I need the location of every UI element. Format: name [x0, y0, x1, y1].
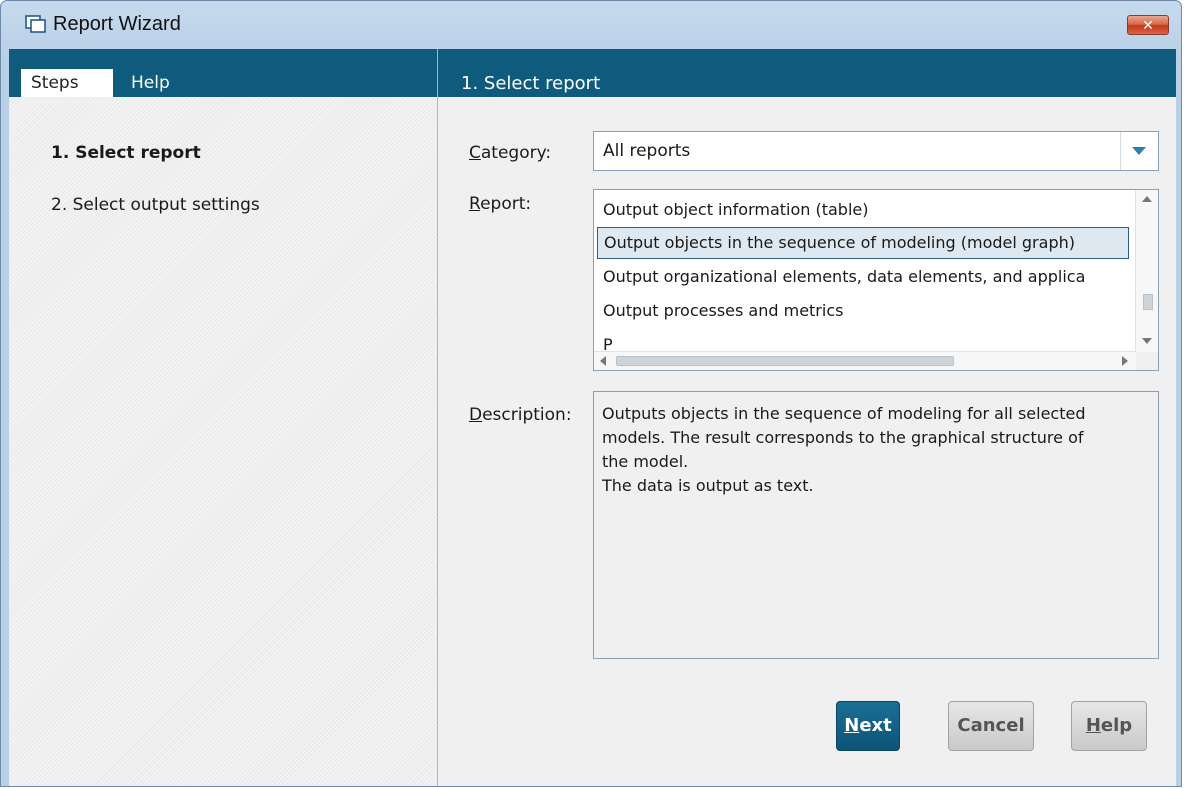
report-label-mnemonic: R	[469, 194, 481, 214]
window-title: Report Wizard	[53, 13, 181, 35]
content-panel: 1. Select report Category: All reports R…	[438, 49, 1176, 786]
title-bar[interactable]: Report Wizard ✕	[1, 1, 1181, 49]
close-button[interactable]: ✕	[1127, 15, 1169, 35]
report-label-text: eport:	[480, 194, 532, 214]
scroll-up-arrow-icon[interactable]	[1142, 196, 1152, 202]
tab-steps[interactable]: Steps	[21, 69, 113, 97]
category-label-text: ategory:	[480, 143, 552, 163]
category-label: Category:	[469, 143, 551, 163]
category-value: All reports	[603, 141, 691, 161]
steps-panel: Steps Help 1. Select report 2. Select ou…	[9, 49, 437, 786]
vertical-scroll-thumb[interactable]	[1143, 294, 1153, 310]
description-box: Outputs objects in the sequence of model…	[593, 391, 1159, 659]
description-label: Description:	[469, 405, 572, 425]
panel-tabs: Steps Help	[9, 49, 437, 97]
next-button[interactable]: Next	[836, 701, 900, 751]
close-icon: ✕	[1142, 18, 1154, 34]
list-item[interactable]: P	[597, 329, 1129, 352]
list-item[interactable]: Output organizational elements, data ele…	[597, 261, 1129, 293]
description-label-mnemonic: D	[469, 405, 483, 425]
horizontal-scroll-thumb[interactable]	[616, 356, 954, 366]
category-dropdown[interactable]: All reports	[593, 131, 1159, 171]
step-header: 1. Select report	[438, 49, 1176, 97]
report-list[interactable]: Output object information (table) Output…	[593, 189, 1159, 371]
chevron-down-icon[interactable]	[1120, 132, 1158, 170]
help-label: elp	[1100, 715, 1133, 736]
next-label: ext	[859, 715, 892, 736]
category-label-mnemonic: C	[469, 143, 481, 163]
list-item[interactable]: Output object information (table)	[597, 194, 1129, 226]
step-select-report[interactable]: 1. Select report	[51, 143, 201, 163]
list-item[interactable]: Output processes and metrics	[597, 295, 1129, 327]
step-select-output-settings[interactable]: 2. Select output settings	[51, 195, 260, 215]
next-mnemonic: N	[844, 715, 860, 736]
window-icon	[25, 15, 46, 33]
help-mnemonic: H	[1085, 715, 1101, 736]
tab-help[interactable]: Help	[131, 69, 170, 97]
list-item-selected[interactable]: Output objects in the sequence of modeli…	[597, 227, 1129, 259]
dialog-body: Steps Help 1. Select report 2. Select ou…	[9, 49, 1176, 786]
report-label: Report:	[469, 194, 531, 214]
scroll-down-arrow-icon[interactable]	[1142, 338, 1152, 344]
description-label-text: escription:	[482, 405, 572, 425]
scroll-corner	[1136, 352, 1158, 370]
scroll-right-arrow-icon[interactable]	[1122, 356, 1128, 366]
cancel-button[interactable]: Cancel	[948, 701, 1034, 751]
page-title: 1. Select report	[461, 73, 601, 94]
help-button[interactable]: Help	[1071, 701, 1147, 751]
horizontal-scrollbar[interactable]	[594, 351, 1136, 370]
scroll-left-arrow-icon[interactable]	[600, 356, 606, 366]
report-list-items: Output object information (table) Output…	[594, 190, 1132, 352]
vertical-scrollbar[interactable]	[1135, 190, 1158, 352]
report-wizard-window: Report Wizard ✕ Steps Help 1. Select rep…	[0, 0, 1182, 787]
